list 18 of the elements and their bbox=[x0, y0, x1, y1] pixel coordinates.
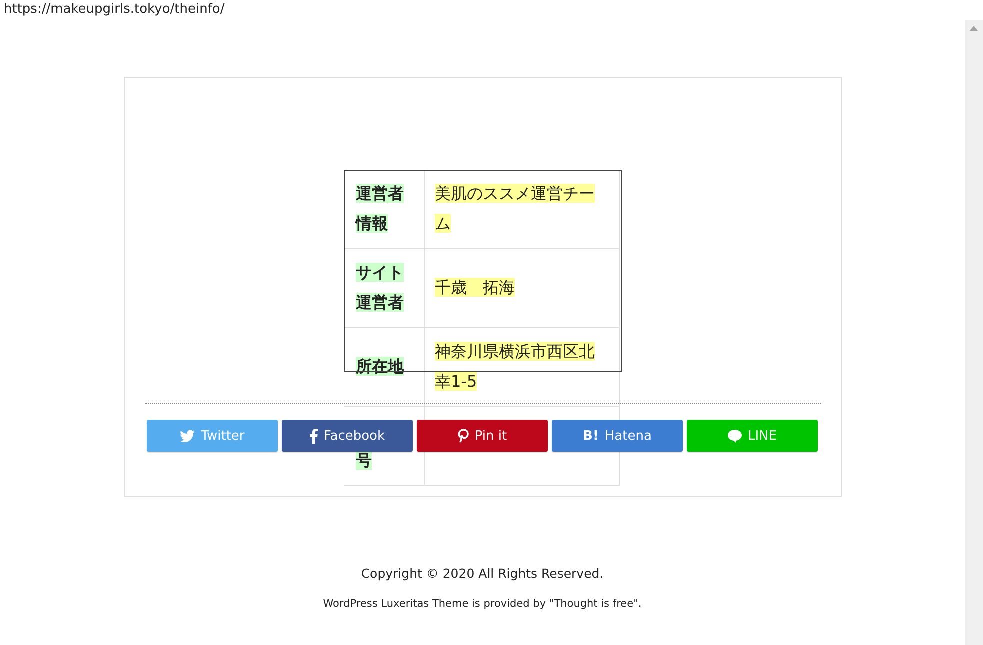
share-button[interactable]: Twitter bbox=[147, 420, 278, 452]
copyright-text: Copyright © 2020 All Rights Reserved. bbox=[361, 566, 604, 581]
share-button[interactable]: LINE bbox=[687, 420, 818, 452]
speech-bubble-icon bbox=[728, 430, 742, 442]
row-label: サイト運営者 bbox=[356, 262, 405, 314]
row-label: 運営者情報 bbox=[356, 183, 405, 235]
hatena-icon: B! bbox=[583, 428, 599, 444]
facebook-f-icon bbox=[310, 428, 318, 444]
page-url: https://makeupgirls.tokyo/theinfo/ bbox=[3, 1, 225, 19]
theme-credit: WordPress Luxeritas Theme is provided by "Thought is free". bbox=[323, 598, 642, 610]
row-value: 美肌のススメ運営チーム bbox=[435, 183, 596, 235]
row-value: 神奈川県横浜市西区北幸1-5 bbox=[435, 341, 596, 393]
pin-icon bbox=[458, 429, 469, 443]
row-value: 千歳 拓海 bbox=[435, 277, 515, 299]
bird-icon bbox=[180, 430, 196, 442]
share-button[interactable]: Facebook bbox=[282, 420, 413, 452]
share-button[interactable]: B! Hatena bbox=[552, 420, 683, 452]
share-button[interactable]: Pin it bbox=[417, 420, 548, 452]
